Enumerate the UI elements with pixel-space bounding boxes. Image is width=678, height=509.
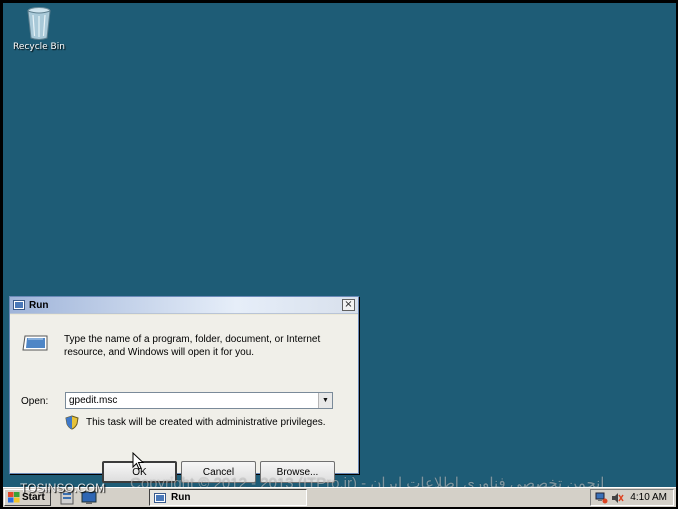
network-icon[interactable] [595,492,608,504]
open-combobox[interactable]: ▼ [65,392,333,409]
recycle-bin-label: Recycle Bin [13,42,65,52]
taskbar-item-label: Run [171,492,191,503]
run-title: Run [29,299,49,311]
desktop-icon-recycle-bin[interactable]: Recycle Bin [9,5,69,52]
watermark-site: TOSINSO.COM [20,481,106,495]
run-description: Type the name of a program, folder, docu… [64,334,321,358]
run-body: Type the name of a program, folder, docu… [10,315,358,483]
volume-icon[interactable] [611,492,624,504]
open-label: Open: [21,396,49,407]
run-task-icon [154,492,166,503]
shield-icon [65,415,79,430]
run-dialog: Run × Type the name of a program, folder… [9,296,359,483]
chevron-down-icon[interactable]: ▼ [318,393,332,408]
run-icon [22,335,48,351]
recycle-bin-icon [27,7,51,40]
run-title-icon [13,300,25,310]
taskbar-item-run[interactable]: Run [149,489,307,506]
clock[interactable]: 4:10 AM [630,492,667,503]
windows-logo-icon [8,492,20,503]
open-input[interactable] [66,393,316,408]
close-button[interactable]: × [342,299,355,311]
admin-privileges-note: This task will be created with administr… [86,417,326,428]
run-titlebar[interactable]: Run × [10,297,358,314]
mouse-cursor-icon [132,452,144,470]
system-tray: 4:10 AM [590,489,674,506]
